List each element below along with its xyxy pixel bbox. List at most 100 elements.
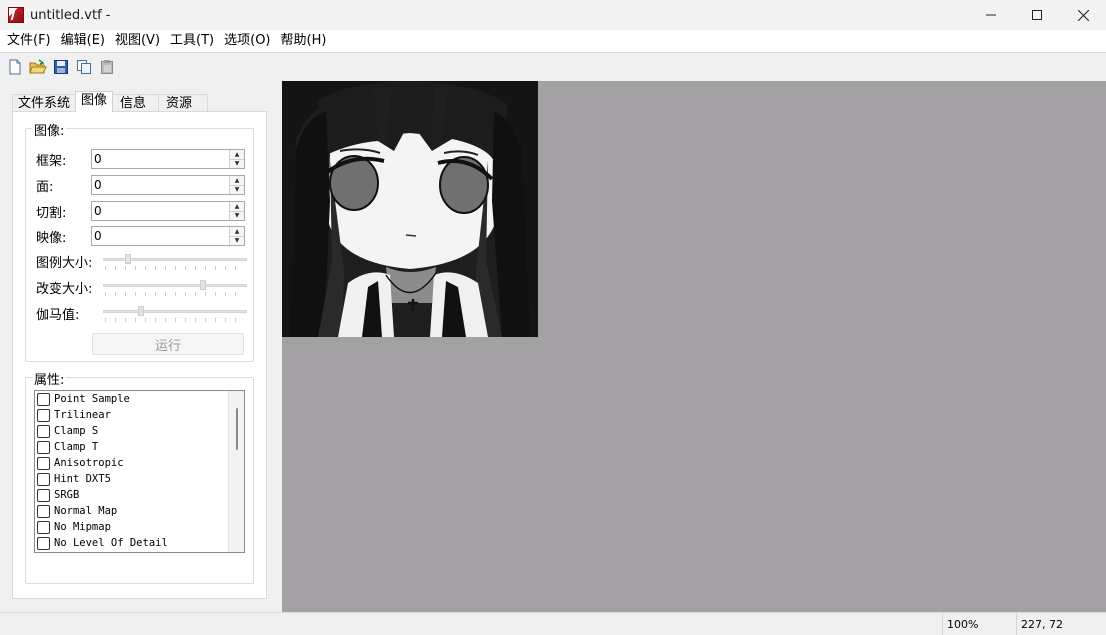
property-checkbox[interactable] [37, 504, 50, 518]
property-row[interactable]: Anisotropic [35, 455, 244, 471]
properties-rows: Point Sample Trilinear Clamp S Clamp T Aniso… [35, 391, 244, 551]
property-checkbox[interactable] [37, 424, 50, 438]
properties-group-legend: 属性: [32, 369, 67, 388]
image-tab-pane: 图像: 框架: ▲▼ 面: ▲▼ 切割: ▲▼ 映像: ▲▼ 图例大小: [12, 111, 267, 599]
property-row[interactable]: Trilinear [35, 407, 244, 423]
gamma-slider[interactable] [103, 306, 247, 322]
property-row[interactable]: No Mipmap [35, 519, 244, 535]
mipmap-input[interactable] [92, 227, 229, 245]
frame-down-arrow-icon[interactable]: ▼ [230, 159, 244, 168]
menu-help[interactable]: 帮助(H) [276, 30, 332, 52]
property-checkbox[interactable] [37, 392, 50, 406]
frame-input[interactable] [92, 150, 229, 168]
tab-image[interactable]: 图像 [75, 91, 114, 112]
resize-slider[interactable] [103, 280, 247, 296]
zoom-level: 100% [942, 613, 1016, 635]
thumbnail-size-label: 图例大小: [36, 256, 93, 271]
frame-label: 框架: [36, 154, 67, 169]
property-checkbox[interactable] [37, 472, 50, 486]
property-checkbox[interactable] [37, 520, 50, 534]
face-up-arrow-icon[interactable]: ▲ [230, 176, 244, 186]
property-label: Clamp T [54, 441, 99, 453]
vtfedit-app-icon [8, 7, 24, 23]
properties-group: 属性: Point Sample Trilinear Clamp S Clamp T A… [25, 369, 254, 584]
image-canvas[interactable] [282, 81, 1106, 612]
frame-up-arrow-icon[interactable]: ▲ [230, 150, 244, 160]
properties-scrollbar[interactable] [228, 391, 244, 552]
minimize-icon[interactable] [968, 0, 1014, 30]
slice-down-arrow-icon[interactable]: ▼ [230, 211, 244, 220]
property-label: SRGB [54, 489, 80, 501]
face-input[interactable] [92, 176, 229, 194]
cursor-coordinates: 227, 72 [1016, 613, 1106, 635]
slider-thumb[interactable] [125, 254, 131, 264]
run-button[interactable]: 运行 [92, 333, 244, 355]
property-row[interactable]: Clamp S [35, 423, 244, 439]
copy-icon[interactable] [73, 56, 95, 78]
frame-spinbox[interactable]: ▲▼ [91, 149, 245, 169]
maximize-icon[interactable] [1014, 0, 1060, 30]
property-checkbox[interactable] [37, 488, 50, 502]
property-row[interactable]: Clamp T [35, 439, 244, 455]
property-checkbox[interactable] [37, 408, 50, 422]
paste-icon[interactable] [96, 56, 118, 78]
toolbar [0, 52, 1106, 81]
menu-bar: 文件(F) 编辑(E) 视图(V) 工具(T) 选项(O) 帮助(H) [0, 30, 1106, 52]
property-checkbox[interactable] [37, 536, 50, 550]
scrollbar-thumb[interactable] [236, 408, 238, 450]
status-bar: 100% 227, 72 [0, 612, 1106, 635]
property-row[interactable]: Point Sample [35, 391, 244, 407]
menu-tools[interactable]: 工具(T) [165, 30, 219, 52]
resize-label: 改变大小: [36, 282, 93, 297]
property-label: Clamp S [54, 425, 99, 437]
menu-view[interactable]: 视图(V) [110, 30, 165, 52]
mipmap-label: 映像: [36, 231, 67, 246]
property-label: No Level Of Detail [54, 537, 168, 549]
property-label: Trilinear [54, 409, 111, 421]
window-title: untitled.vtf - [30, 7, 111, 23]
menu-edit[interactable]: 编辑(E) [56, 30, 110, 52]
property-label: No Mipmap [54, 521, 111, 533]
slider-thumb[interactable] [200, 280, 206, 290]
save-icon[interactable] [50, 56, 72, 78]
menu-options[interactable]: 选项(O) [219, 30, 275, 52]
title-bar: untitled.vtf - [0, 0, 1106, 30]
texture-preview-image [282, 81, 538, 337]
tab-strip: 文件系统 图像 信息 资源 [12, 91, 209, 112]
slice-up-arrow-icon[interactable]: ▲ [230, 202, 244, 212]
property-row[interactable]: No Level Of Detail [35, 535, 244, 551]
left-panel: 文件系统 图像 信息 资源 图像: 框架: ▲▼ 面: ▲▼ 切割: ▲▼ 映像… [0, 81, 282, 612]
slider-thumb[interactable] [138, 306, 144, 316]
property-row[interactable]: Hint DXT5 [35, 471, 244, 487]
tab-resources[interactable]: 资源 [158, 94, 209, 112]
new-file-icon[interactable] [4, 56, 26, 78]
property-label: Anisotropic [54, 457, 124, 469]
slice-spinbox[interactable]: ▲▼ [91, 201, 245, 221]
mipmap-up-arrow-icon[interactable]: ▲ [230, 227, 244, 237]
mipmap-spinbox[interactable]: ▲▼ [91, 226, 245, 246]
property-label: Hint DXT5 [54, 473, 111, 485]
slice-label: 切割: [36, 206, 67, 221]
property-row[interactable]: SRGB [35, 487, 244, 503]
thumbnail-size-slider[interactable] [103, 254, 247, 270]
gamma-label: 伽马值: [36, 308, 80, 323]
property-checkbox[interactable] [37, 440, 50, 454]
property-label: Normal Map [54, 505, 118, 517]
image-group-legend: 图像: [32, 120, 67, 139]
property-row[interactable]: Normal Map [35, 503, 244, 519]
mipmap-down-arrow-icon[interactable]: ▼ [230, 236, 244, 245]
slice-input[interactable] [92, 202, 229, 220]
properties-list: Point Sample Trilinear Clamp S Clamp T Aniso… [34, 390, 245, 553]
close-icon[interactable] [1060, 0, 1106, 30]
open-folder-icon[interactable] [27, 56, 49, 78]
property-label: Point Sample [54, 393, 130, 405]
tab-info[interactable]: 信息 [112, 94, 160, 112]
face-spinbox[interactable]: ▲▼ [91, 175, 245, 195]
tab-filesystem[interactable]: 文件系统 [12, 94, 77, 112]
face-label: 面: [36, 180, 54, 195]
window-controls [968, 0, 1106, 30]
face-down-arrow-icon[interactable]: ▼ [230, 185, 244, 194]
anime-girl-portrait [282, 81, 538, 337]
menu-file[interactable]: 文件(F) [2, 30, 56, 52]
property-checkbox[interactable] [37, 456, 50, 470]
